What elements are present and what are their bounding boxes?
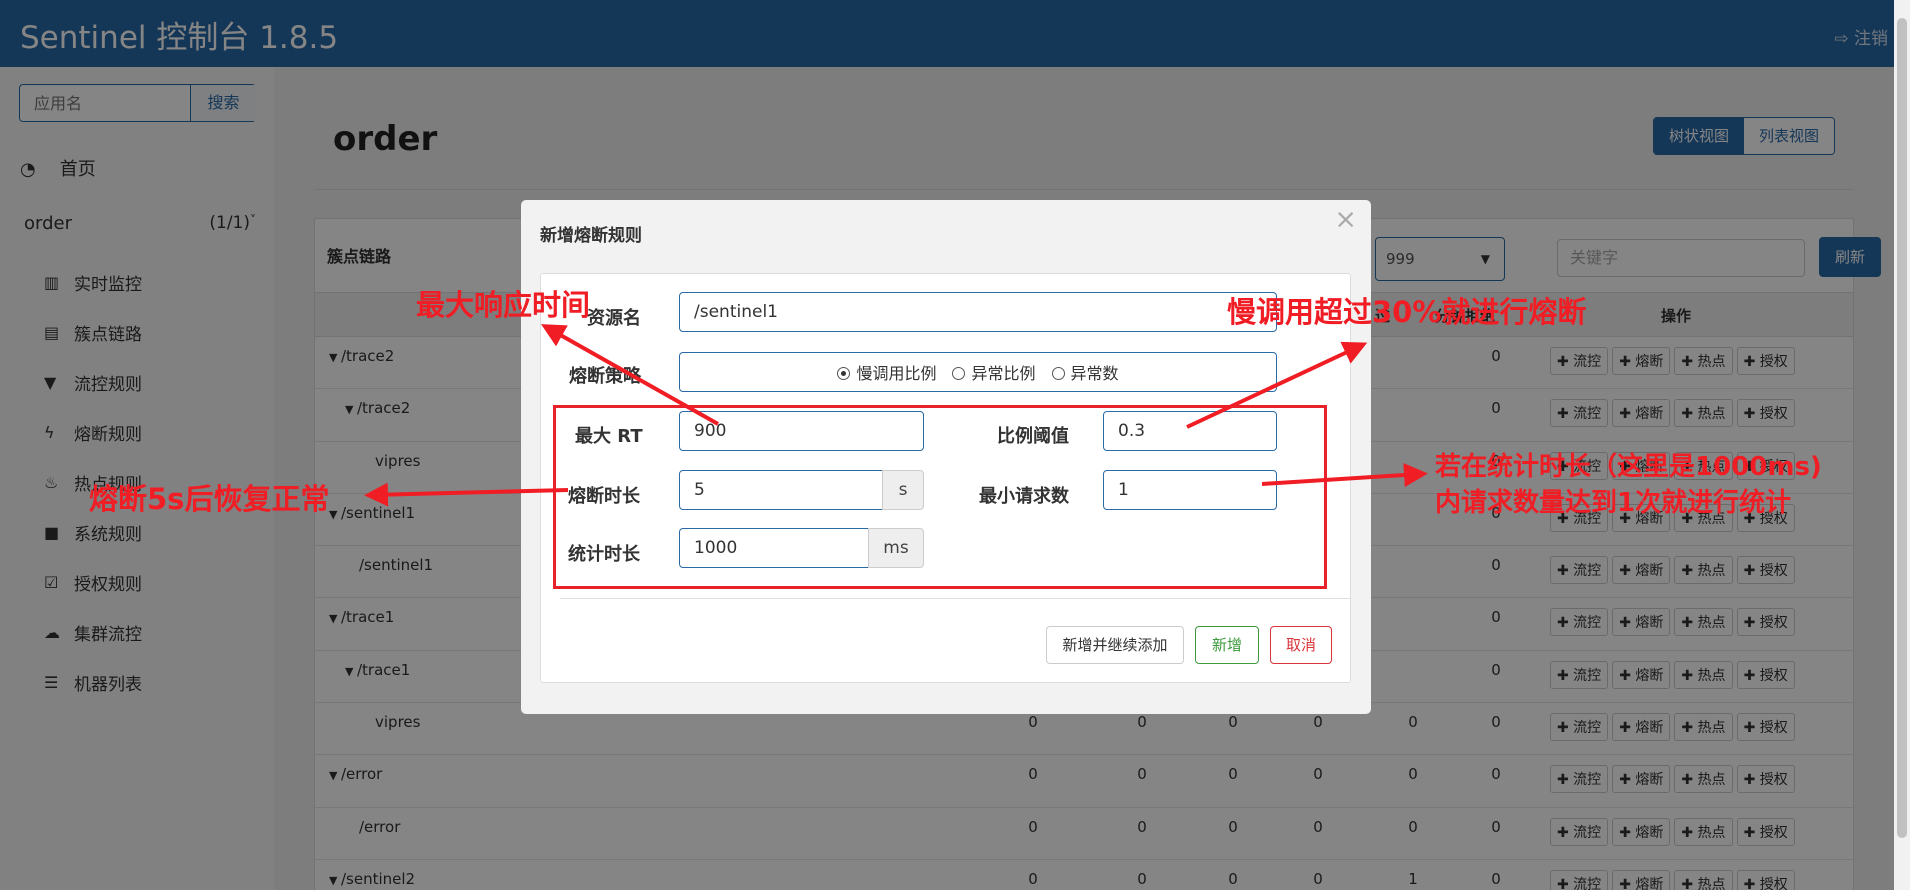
annotation-stat-line2: 内请求数量达到1次就进行统计 xyxy=(1435,488,1792,518)
annotation-slow-ratio: 慢调用超过30%就进行熔断 xyxy=(1227,295,1587,329)
annotation-stat-line1: 若在统计时长（这里是1000ms) xyxy=(1435,452,1822,482)
annotation-max-rt: 最大响应时间 xyxy=(416,288,591,322)
annotation-recover: 熔断5s后恢复正常 xyxy=(89,482,330,516)
arrow-max-rt xyxy=(541,324,719,426)
annotation-arrows xyxy=(364,324,1428,507)
arrow-slow-ratio xyxy=(1186,341,1368,429)
arrow-recover xyxy=(364,482,569,507)
arrow-stat xyxy=(1261,463,1428,487)
